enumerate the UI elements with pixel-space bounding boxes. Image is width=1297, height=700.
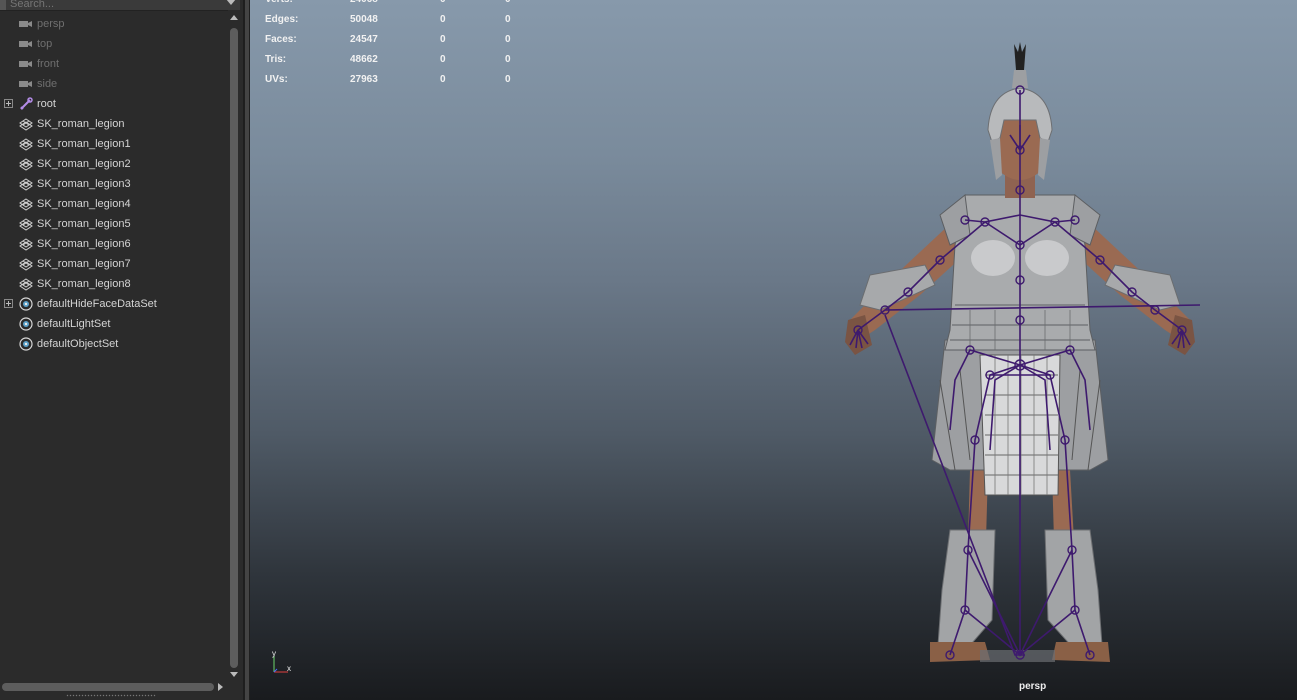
- hud-value-component: 0: [505, 34, 511, 45]
- mesh-icon: [18, 217, 34, 231]
- view-axis-indicator: y x: [272, 649, 291, 673]
- scroll-down-icon[interactable]: [230, 672, 238, 677]
- mesh-icon: [18, 177, 34, 191]
- outliner-item-sk-roman-legion2[interactable]: SK_roman_legion2: [0, 154, 228, 174]
- search-input[interactable]: [10, 0, 220, 10]
- outliner-item-label: root: [37, 98, 56, 110]
- mesh-icon: [18, 157, 34, 171]
- hud-value-component: 0: [505, 0, 511, 5]
- outliner-item-label: defaultLightSet: [37, 318, 111, 330]
- outliner-item-persp[interactable]: persp: [0, 14, 228, 34]
- mesh-icon: [18, 197, 34, 211]
- scroll-right-icon[interactable]: [218, 683, 223, 691]
- outliner-item-label: top: [37, 38, 53, 50]
- search-bar-edge: [0, 0, 6, 10]
- camera-name-label: persp: [1019, 681, 1047, 692]
- mesh-icon: [18, 257, 34, 271]
- outliner-item-sk-roman-legion6[interactable]: SK_roman_legion6: [0, 234, 228, 254]
- set-icon: [18, 337, 34, 351]
- hud-label: Edges:: [265, 14, 299, 25]
- outliner-item-defaultobjectset[interactable]: defaultObjectSet: [0, 334, 228, 354]
- hud-value-component: 0: [505, 54, 511, 65]
- outliner-item-label: SK_roman_legion: [37, 118, 125, 130]
- outliner-item-label: SK_roman_legion7: [37, 258, 131, 270]
- outliner-item-label: SK_roman_legion1: [37, 138, 131, 150]
- outliner-item-side[interactable]: side: [0, 74, 228, 94]
- search-bar: [0, 0, 240, 11]
- hud-value-selected: 0: [440, 74, 446, 85]
- hud-value-component: 0: [505, 14, 511, 25]
- outliner-item-defaultlightset[interactable]: defaultLightSet: [0, 314, 228, 334]
- outliner-item-top[interactable]: top: [0, 34, 228, 54]
- joint-icon: [18, 97, 34, 111]
- outliner-item-label: SK_roman_legion8: [37, 278, 131, 290]
- hud-label: UVs:: [265, 74, 288, 85]
- hud-value-selected: 0: [440, 34, 446, 45]
- viewport-persp[interactable]: Verts: 24068 0 0 Edges: 50048 0 0 Faces: 24547 0 0 T…: [250, 0, 1297, 700]
- outliner-item-sk-roman-legion7[interactable]: SK_roman_legion7: [0, 254, 228, 274]
- camera-icon: [18, 37, 34, 51]
- search-options-dropdown-icon[interactable]: [226, 0, 236, 5]
- outliner-item-sk-roman-legion3[interactable]: SK_roman_legion3: [0, 174, 228, 194]
- hud-value-selected: 0: [440, 54, 446, 65]
- outliner-item-sk-roman-legion8[interactable]: SK_roman_legion8: [0, 274, 228, 294]
- set-icon: [18, 317, 34, 331]
- mesh-icon: [18, 137, 34, 151]
- expand-icon[interactable]: [4, 299, 13, 308]
- mesh-icon: [18, 277, 34, 291]
- outliner-item-label: defaultObjectSet: [37, 338, 119, 350]
- outliner-item-sk-roman-legion4[interactable]: SK_roman_legion4: [0, 194, 228, 214]
- scroll-up-icon[interactable]: [230, 15, 238, 20]
- outliner-item-root[interactable]: root: [0, 94, 228, 114]
- outliner-item-label: SK_roman_legion6: [37, 238, 131, 250]
- vertical-scroll-thumb[interactable]: [230, 28, 238, 668]
- hud-label: Verts:: [265, 0, 293, 5]
- outliner-item-label: SK_roman_legion4: [37, 198, 131, 210]
- hud-value-selected: 0: [440, 14, 446, 25]
- set-icon: [18, 297, 34, 311]
- mesh-icon: [18, 117, 34, 131]
- camera-icon: [18, 57, 34, 71]
- mesh-icon: [18, 237, 34, 251]
- outliner-item-label: side: [37, 78, 58, 90]
- camera-icon: [18, 77, 34, 91]
- hud-label: Tris:: [265, 54, 287, 65]
- outliner-item-label: persp: [37, 18, 65, 30]
- outliner-item-front[interactable]: front: [0, 54, 228, 74]
- outliner-item-label: SK_roman_legion5: [37, 218, 131, 230]
- right-foot: [1052, 642, 1110, 662]
- outliner-item-defaulthidefacedataset[interactable]: defaultHideFaceDataSet: [0, 294, 228, 314]
- outliner-item-label: SK_roman_legion2: [37, 158, 131, 170]
- hud-value-scene: 27963: [350, 74, 378, 85]
- outliner-item-sk-roman-legion[interactable]: SK_roman_legion: [0, 114, 228, 134]
- axis-x-label: x: [287, 664, 291, 673]
- hud-value-scene: 48662: [350, 54, 378, 65]
- camera-icon: [18, 17, 34, 31]
- vertical-scrollbar[interactable]: [228, 10, 241, 682]
- expand-icon[interactable]: [4, 99, 13, 108]
- hud-value-scene: 50048: [350, 14, 378, 25]
- outliner-item-sk-roman-legion5[interactable]: SK_roman_legion5: [0, 214, 228, 234]
- axis-y-label: y: [272, 649, 276, 658]
- hud-value-scene: 24547: [350, 34, 378, 45]
- outliner-item-label: defaultHideFaceDataSet: [37, 298, 157, 310]
- character-model[interactable]: [790, 30, 1250, 680]
- outliner-item-sk-roman-legion1[interactable]: SK_roman_legion1: [0, 134, 228, 154]
- outliner-item-label: front: [37, 58, 60, 70]
- outliner-tree: persp top front side root SK_roman_legion SK_r…: [0, 14, 228, 354]
- horizontal-scroll-thumb[interactable]: [2, 683, 214, 691]
- hud-value-selected: 0: [440, 0, 446, 5]
- hud-value-scene: 24068: [350, 0, 378, 5]
- horizontal-scrollbar[interactable]: [0, 681, 228, 693]
- hud-value-component: 0: [505, 74, 511, 85]
- panel-resize-grip[interactable]: [66, 694, 156, 697]
- outliner-panel: persp top front side root SK_roman_legion SK_r…: [0, 0, 244, 700]
- hud-label: Faces:: [265, 34, 297, 45]
- outliner-item-label: SK_roman_legion3: [37, 178, 131, 190]
